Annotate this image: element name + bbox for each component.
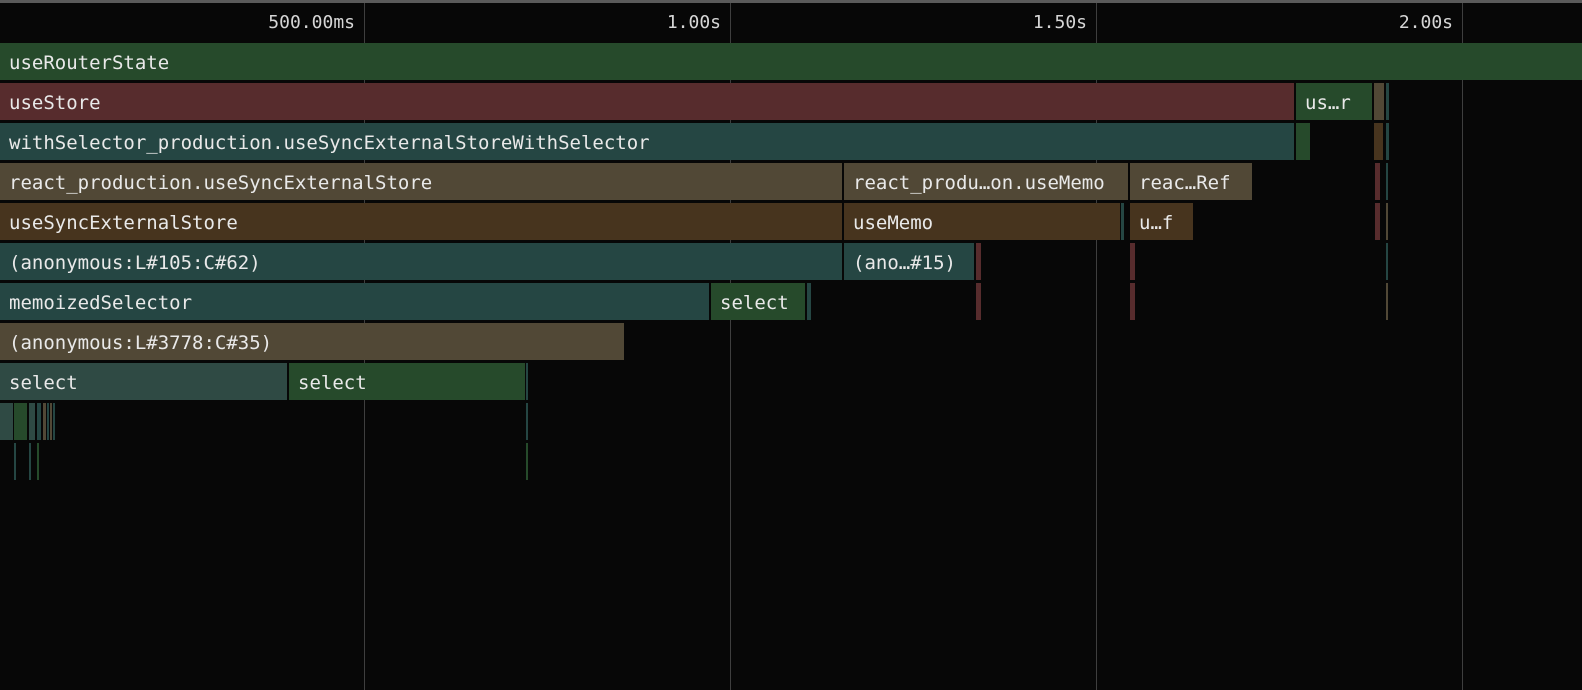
frame-label: select — [720, 292, 789, 314]
frame-sliver[interactable] — [1386, 83, 1389, 120]
frame-sliver[interactable] — [1375, 163, 1380, 200]
frame-sliver[interactable] — [526, 403, 528, 440]
frame-label: withSelector_production.useSyncExternalS… — [9, 132, 650, 154]
frame-use-memo[interactable]: useMemo — [844, 203, 1120, 240]
frame-label: useStore — [9, 92, 101, 114]
frame-sliver[interactable] — [1386, 163, 1388, 200]
frame-sliver[interactable] — [29, 443, 31, 480]
frame-sliver[interactable] — [1130, 243, 1135, 280]
gridline-2s — [1462, 3, 1463, 690]
frame-sliver[interactable] — [1374, 83, 1384, 120]
frame-select[interactable]: select — [711, 283, 805, 320]
frame-label: useRouterState — [9, 52, 170, 74]
frame-anonymous-l3778[interactable]: (anonymous:L#3778:C#35) — [0, 323, 624, 360]
frame-sliver[interactable] — [1374, 123, 1383, 160]
frame-select[interactable]: select — [289, 363, 525, 400]
frame-label: (anonymous:L#3778:C#35) — [9, 332, 273, 354]
frame-sliver[interactable] — [53, 403, 55, 440]
frame-label: useMemo — [853, 212, 934, 234]
frame-label: select — [9, 372, 78, 394]
frame-sliver[interactable] — [1386, 203, 1388, 240]
frame-sliver[interactable] — [976, 283, 981, 320]
frame-label: us…r — [1305, 92, 1351, 114]
frame-use-store[interactable]: useStore — [0, 83, 1294, 120]
tick-label-1s: 1.00s — [666, 12, 721, 33]
frame-sliver[interactable] — [526, 443, 528, 480]
tick-label-1-5s: 1.50s — [1032, 12, 1087, 33]
frame-sliver[interactable] — [14, 403, 27, 440]
frame-sliver[interactable] — [1121, 203, 1124, 240]
frame-us-r[interactable]: us…r — [1296, 83, 1372, 120]
frame-sliver[interactable] — [807, 283, 811, 320]
frame-label: useSyncExternalStore — [9, 212, 238, 234]
frame-use-sync-external-store[interactable]: useSyncExternalStore — [0, 203, 842, 240]
frame-sliver[interactable] — [14, 443, 16, 480]
frame-select[interactable]: select — [0, 363, 287, 400]
frame-sliver[interactable] — [1130, 283, 1135, 320]
frame-sliver[interactable] — [1296, 123, 1310, 160]
frame-anonymous-l105[interactable]: (anonymous:L#105:C#62) — [0, 243, 842, 280]
frame-label: react_production.useSyncExternalStore — [9, 172, 433, 194]
tick-label-500ms: 500.00ms — [268, 12, 355, 33]
frame-use-ref[interactable]: u…f — [1130, 203, 1193, 240]
frame-sliver[interactable] — [0, 403, 13, 440]
frame-sliver[interactable] — [1386, 283, 1388, 320]
frame-label: (ano…#15) — [853, 252, 956, 274]
frame-sliver[interactable] — [50, 403, 52, 440]
frame-label: u…f — [1139, 212, 1174, 234]
frame-with-selector-use-sync-external-store-with-selector[interactable]: withSelector_production.useSyncExternalS… — [0, 123, 1294, 160]
tick-label-2s: 2.00s — [1398, 12, 1453, 33]
frame-react-production-use-memo[interactable]: react_produ…on.useMemo — [844, 163, 1128, 200]
frame-react-production-use-sync-external-store[interactable]: react_production.useSyncExternalStore — [0, 163, 842, 200]
frame-sliver[interactable] — [526, 363, 528, 400]
frame-label: memoizedSelector — [9, 292, 193, 314]
frame-memoized-selector[interactable]: memoizedSelector — [0, 283, 709, 320]
frame-sliver[interactable] — [37, 403, 41, 440]
frame-label: select — [298, 372, 367, 394]
frame-sliver[interactable] — [976, 243, 981, 280]
frame-react-use-ref[interactable]: reac…Ref — [1130, 163, 1252, 200]
frame-sliver[interactable] — [1386, 243, 1388, 280]
frame-anonymous-l15[interactable]: (ano…#15) — [844, 243, 974, 280]
frame-sliver[interactable] — [1375, 203, 1380, 240]
frame-sliver[interactable] — [1386, 123, 1389, 160]
flame-graph[interactable]: 500.00ms 1.00s 1.50s 2.00s useRouterStat… — [0, 0, 1582, 690]
frame-label: reac…Ref — [1139, 172, 1231, 194]
frame-use-router-state[interactable]: useRouterState — [0, 43, 1582, 80]
frame-sliver[interactable] — [47, 403, 49, 440]
frame-label: react_produ…on.useMemo — [853, 172, 1105, 194]
frame-sliver[interactable] — [29, 403, 35, 440]
frame-sliver[interactable] — [43, 403, 46, 440]
frame-sliver[interactable] — [37, 443, 39, 480]
frame-label: (anonymous:L#105:C#62) — [9, 252, 261, 274]
